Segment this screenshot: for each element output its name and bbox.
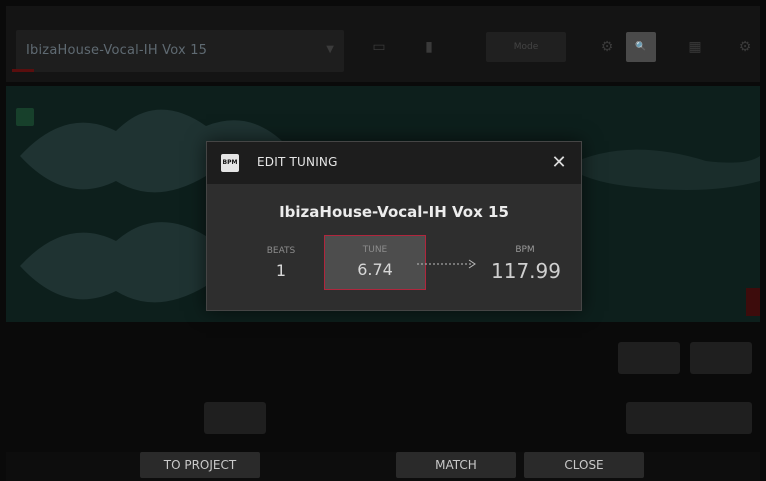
dialog-header: BPM EDIT TUNING ✕ <box>207 142 581 184</box>
bpm-badge-icon: BPM <box>221 154 239 172</box>
close-button[interactable]: CLOSE <box>524 452 644 478</box>
grid-icon[interactable]: ▦ <box>682 34 708 60</box>
playhead-marker <box>12 69 34 72</box>
waveform-icon[interactable]: ▭ <box>366 34 392 60</box>
tune-value: 6.74 <box>357 260 393 279</box>
dialog-sample-name: IbizaHouse-Vocal-IH Vox 15 <box>279 203 509 221</box>
close-icon[interactable]: ✕ <box>547 151 571 175</box>
gear-icon[interactable]: ⚙ <box>594 34 620 60</box>
bpm-value[interactable]: 117.99 <box>483 259 569 283</box>
beats-value[interactable]: 1 <box>257 261 305 280</box>
parameter-panel <box>6 332 760 452</box>
bottom-bar: TO PROJECT MATCH CLOSE <box>6 452 760 481</box>
settings-icon[interactable]: ⚙ <box>732 34 758 60</box>
tune-field[interactable]: TUNE 6.74 <box>324 235 426 290</box>
end-marker[interactable] <box>746 288 760 316</box>
to-project-label: TO PROJECT <box>163 458 237 472</box>
search-icon: 🔍 <box>635 42 647 52</box>
chevron-down-icon: ▼ <box>326 44 334 55</box>
mode-button-label: Mode <box>513 42 539 52</box>
edit-tuning-dialog: BPM EDIT TUNING ✕ IbizaHouse-Vocal-IH Vo… <box>206 141 582 311</box>
match-label: MATCH <box>435 458 477 472</box>
match-button[interactable]: MATCH <box>396 452 516 478</box>
bpm-label: BPM <box>515 245 535 255</box>
app-screen: IbizaHouse-Vocal-IH Vox 15 ▼ ▭ ▮ Mode ⚙ … <box>0 0 766 481</box>
trash-icon[interactable]: ▮ <box>416 34 442 60</box>
param-button-1[interactable] <box>618 342 680 374</box>
close-label: CLOSE <box>564 458 604 472</box>
beats-label: BEATS <box>266 246 296 256</box>
dialog-title: EDIT TUNING <box>257 155 338 169</box>
param-button-4[interactable] <box>626 402 752 434</box>
start-marker[interactable] <box>16 108 34 126</box>
param-button-3[interactable] <box>204 402 266 434</box>
sample-selector-value: IbizaHouse-Vocal-IH Vox 15 <box>26 43 208 58</box>
to-project-button[interactable]: TO PROJECT <box>140 452 260 478</box>
mode-button[interactable]: Mode <box>486 32 566 62</box>
tune-label: TUNE <box>362 245 388 255</box>
param-button-2[interactable] <box>690 342 752 374</box>
dotted-arrow-icon <box>417 259 476 269</box>
zoom-button[interactable]: 🔍 <box>626 32 656 62</box>
timeline-ruler <box>6 66 760 86</box>
